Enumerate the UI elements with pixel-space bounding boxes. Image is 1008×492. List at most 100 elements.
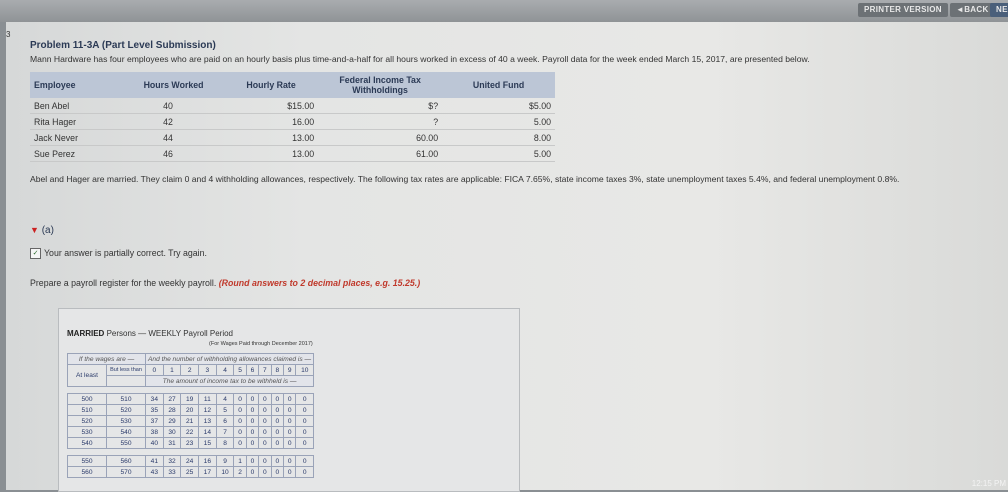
cell-rate: 16.00 xyxy=(223,113,319,130)
cell: 7 xyxy=(215,426,235,438)
cell: 27 xyxy=(162,393,182,405)
cell: 0 xyxy=(270,393,285,405)
cell: 31 xyxy=(162,437,182,449)
status-text: Your answer is partially correct. Try ag… xyxy=(44,248,207,258)
withholding-table: If the wages are — And the number of wit… xyxy=(67,353,315,478)
cell: 0 xyxy=(233,393,247,405)
col-employee: Employee xyxy=(30,72,124,98)
table-row: Rita Hager 42 16.00 ? 5.00 xyxy=(30,113,555,130)
table-row: Jack Never 44 13.00 60.00 8.00 xyxy=(30,129,555,146)
cell: 0 xyxy=(282,426,297,438)
cell: 9 xyxy=(215,455,235,467)
cell: 0 xyxy=(282,404,297,416)
cell: 0 xyxy=(258,437,272,449)
cell: 12 xyxy=(198,404,217,416)
cell: 560 xyxy=(67,466,107,478)
question-page: 3 Problem 11-3A (Part Level Submission) … xyxy=(6,22,1008,492)
cell: 35 xyxy=(145,404,164,416)
cell: 550 xyxy=(67,455,107,467)
allowance-header: 3 xyxy=(198,364,217,376)
cell: 40 xyxy=(145,437,164,449)
col-federal-income-tax: Federal Income Tax Withholdings xyxy=(318,72,443,98)
tax-row: 560 570 43 33 25 17 10 2 00 00 0 xyxy=(67,466,315,478)
cell: 510 xyxy=(106,393,146,405)
cell: 0 xyxy=(258,393,272,405)
tax-table-heading-rest: Persons — WEEKLY Payroll Period xyxy=(104,329,233,338)
cell: 22 xyxy=(180,426,200,438)
clock: 12:15 PM xyxy=(971,479,1006,488)
cell: 0 xyxy=(245,466,260,478)
col-but-less: But less than xyxy=(106,364,146,376)
tax-row: 530 540 38 30 22 14 70 00 00 0 xyxy=(67,426,315,438)
allowance-header: 9 xyxy=(282,364,297,376)
allowance-header: 5 xyxy=(233,364,247,376)
cell: 0 xyxy=(282,437,297,449)
cell: 21 xyxy=(180,415,200,427)
allowance-header: 4 xyxy=(215,364,235,376)
cell: 0 xyxy=(282,455,297,467)
cell: 38 xyxy=(145,426,164,438)
cell: 0 xyxy=(245,455,260,467)
cell-employee: Ben Abel xyxy=(30,98,124,114)
back-button[interactable]: ◄BACK xyxy=(950,3,995,17)
cell: 6 xyxy=(215,415,235,427)
cell: 540 xyxy=(106,426,146,438)
tax-table-subheading: (For Wages Paid through December 2017) xyxy=(209,341,313,347)
cell: 0 xyxy=(258,415,272,427)
withholding-tax-table-image: MARRIED Persons — WEEKLY Payroll Period … xyxy=(58,308,520,492)
top-toolbar: PRINTER VERSION ◄BACK NE xyxy=(0,0,1008,22)
table-row: Sue Perez 46 13.00 61.00 5.00 xyxy=(30,145,555,162)
cell: 0 xyxy=(258,404,272,416)
col-hours-worked: Hours Worked xyxy=(123,72,224,98)
cell: 530 xyxy=(67,426,107,438)
cell: 0 xyxy=(258,426,272,438)
instruction: Prepare a payroll register for the weekl… xyxy=(30,278,420,288)
cell: 14 xyxy=(198,426,217,438)
cell: 0 xyxy=(245,404,260,416)
cell: 5 xyxy=(215,404,235,416)
question-number: 3 xyxy=(6,30,11,39)
cell: 20 xyxy=(180,404,200,416)
cell: 13 xyxy=(198,415,217,427)
cell: 2 xyxy=(233,466,247,478)
cell: 0 xyxy=(270,455,285,467)
tax-table-heading-strong: MARRIED xyxy=(67,329,105,338)
cell: 16 xyxy=(198,455,217,467)
cell: 28 xyxy=(162,404,182,416)
cell: 0 xyxy=(295,455,315,467)
cell: 560 xyxy=(106,455,146,467)
cell: 0 xyxy=(295,404,315,416)
cell: 17 xyxy=(198,466,217,478)
cell: 550 xyxy=(106,437,146,449)
cell: 0 xyxy=(295,393,315,405)
cell: 0 xyxy=(295,426,315,438)
section-a-label: (a) xyxy=(41,225,54,236)
cell: 43 xyxy=(145,466,164,478)
cell-united-fund: 5.00 xyxy=(442,145,555,162)
cell: 19 xyxy=(180,393,200,405)
cell: 29 xyxy=(162,415,182,427)
problem-intro: Mann Hardware has four employees who are… xyxy=(30,54,810,64)
section-a-toggle[interactable]: ▼ (a) xyxy=(30,225,54,236)
printer-version-button[interactable]: PRINTER VERSION xyxy=(858,3,948,17)
cell-employee: Rita Hager xyxy=(30,113,124,130)
cell: 11 xyxy=(198,393,217,405)
cell: 32 xyxy=(162,455,182,467)
cell-rate: $15.00 xyxy=(223,98,319,114)
cell: 33 xyxy=(162,466,182,478)
allowance-header: 0 xyxy=(145,364,164,376)
cell-united-fund: 8.00 xyxy=(442,129,555,146)
cell-fit: ? xyxy=(318,113,443,130)
cell: 37 xyxy=(145,415,164,427)
allowance-header: 8 xyxy=(270,364,285,376)
cell: 540 xyxy=(67,437,107,449)
cell: 0 xyxy=(233,415,247,427)
cell: 0 xyxy=(270,426,285,438)
cell: 25 xyxy=(180,466,200,478)
next-button[interactable]: NE xyxy=(990,3,1008,17)
col-united-fund: United Fund xyxy=(442,72,555,98)
cell: 0 xyxy=(233,404,247,416)
allowance-header: 7 xyxy=(258,364,272,376)
cell: 510 xyxy=(67,404,107,416)
tax-table-heading: MARRIED Persons — WEEKLY Payroll Period xyxy=(67,329,233,338)
